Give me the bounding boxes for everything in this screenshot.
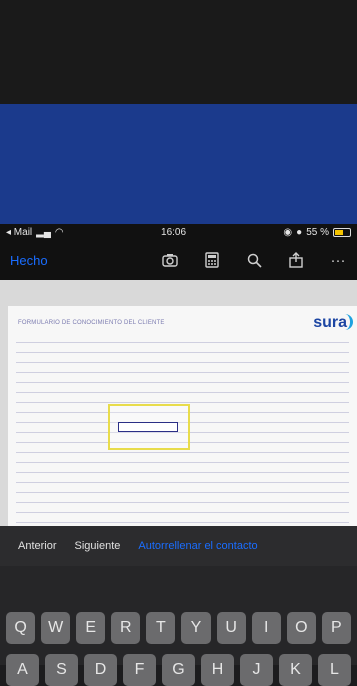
form-row <box>16 486 349 493</box>
document-viewer[interactable]: FORMULARIO DE CONOCIMIENTO DEL CLIENTE s… <box>0 280 357 530</box>
signal-icon: ▂▄ <box>36 226 51 238</box>
form-row <box>16 456 349 463</box>
status-bar: ◂ Mail ▂▄ ◠ 16:06 ◉ ● 55 % <box>0 224 357 240</box>
key-o[interactable]: O <box>286 612 316 644</box>
key-k[interactable]: K <box>279 654 312 686</box>
battery-icon <box>332 227 351 237</box>
done-button[interactable]: Hecho <box>10 253 48 268</box>
key-p[interactable]: P <box>321 612 351 644</box>
key-l[interactable]: L <box>318 654 351 686</box>
key-e[interactable]: E <box>76 612 106 644</box>
battery-fill <box>334 229 343 235</box>
form-row <box>16 496 349 503</box>
form-row <box>16 506 349 513</box>
form-row <box>16 366 349 373</box>
alarm-icon: ● <box>296 226 303 238</box>
active-form-field[interactable] <box>118 422 178 432</box>
form-title: FORMULARIO DE CONOCIMIENTO DEL CLIENTE <box>18 320 165 326</box>
key-g[interactable]: G <box>162 654 195 686</box>
top-dark-area <box>0 0 357 104</box>
key-h[interactable]: H <box>201 654 234 686</box>
key-f[interactable]: F <box>123 654 156 686</box>
pdf-toolbar: Hecho ··· <box>0 240 357 280</box>
previous-button[interactable]: Anterior <box>18 540 57 552</box>
key-i[interactable]: I <box>251 612 281 644</box>
key-j[interactable]: J <box>240 654 273 686</box>
keyboard-row-2: ASDFGHJKL <box>6 654 351 686</box>
form-row <box>16 386 349 393</box>
form-row <box>16 466 349 473</box>
key-w[interactable]: W <box>41 612 71 644</box>
form-row <box>16 516 349 523</box>
form-navigation-bar: Anterior Siguiente Autorrellenar el cont… <box>0 526 357 566</box>
form-row <box>16 376 349 383</box>
key-a[interactable]: A <box>6 654 39 686</box>
form-row <box>16 396 349 403</box>
key-s[interactable]: S <box>45 654 78 686</box>
form-row <box>16 476 349 483</box>
calculator-icon[interactable] <box>203 251 221 269</box>
form-row <box>16 336 349 343</box>
key-t[interactable]: T <box>146 612 176 644</box>
tool-icons: ··· <box>161 251 347 269</box>
blue-banner <box>0 104 357 224</box>
keyboard-row-1: QWERTYUIOP <box>6 612 351 644</box>
active-field-highlight <box>108 404 190 450</box>
key-y[interactable]: Y <box>181 612 211 644</box>
more-icon[interactable]: ··· <box>329 251 347 269</box>
status-time: 16:06 <box>161 226 187 238</box>
battery-percentage: 55 % <box>306 226 329 238</box>
keyboard: QWERTYUIOP ASDFGHJKL <box>0 566 357 686</box>
status-left: ◂ Mail ▂▄ ◠ <box>6 227 64 238</box>
key-r[interactable]: R <box>111 612 141 644</box>
carrier-label: ◂ Mail <box>6 226 33 238</box>
autofill-contact-button[interactable]: Autorrellenar el contacto <box>138 540 257 552</box>
share-icon[interactable] <box>287 251 305 269</box>
camera-icon[interactable] <box>161 251 179 269</box>
key-d[interactable]: D <box>84 654 117 686</box>
form-row <box>16 346 349 353</box>
search-icon[interactable] <box>245 251 263 269</box>
wifi-icon: ◠ <box>54 226 64 238</box>
location-icon: ◉ <box>283 226 293 238</box>
key-u[interactable]: U <box>216 612 246 644</box>
key-q[interactable]: Q <box>6 612 36 644</box>
form-page: FORMULARIO DE CONOCIMIENTO DEL CLIENTE s… <box>8 306 357 530</box>
next-button[interactable]: Siguiente <box>75 540 121 552</box>
status-right: ◉ ● 55 % <box>283 227 351 238</box>
form-row <box>16 356 349 363</box>
sura-logo-mark <box>342 314 353 330</box>
